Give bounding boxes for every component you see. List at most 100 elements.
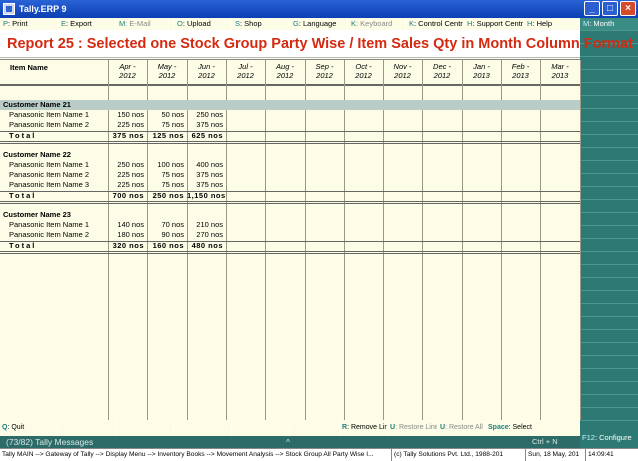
bottom-button-9[interactable]: Space: Select (486, 420, 580, 436)
maximize-button[interactable]: □ (602, 1, 618, 16)
year-label: 2013 (551, 71, 569, 80)
month-header-5: Sep -2012 (305, 62, 344, 80)
right-panel-divider (580, 342, 638, 343)
bottom-button-4[interactable] (232, 420, 290, 436)
qty-cell: 625 nos (191, 131, 223, 140)
qty-cell: 180 nos (117, 230, 144, 239)
right-panel-divider (580, 303, 638, 304)
month-header-8: Dec -2012 (422, 62, 462, 80)
customer-row[interactable]: Customer Name 22 (0, 150, 580, 160)
bottom-button-6[interactable]: R: Remove Line (340, 420, 388, 436)
total-row: Total 700 nos 250 nos 1,150 nos (0, 191, 580, 201)
item-row[interactable]: Panasonic Item Name 1 140 nos 70 nos 210 no… (0, 220, 580, 230)
month-header-9: Jan -2013 (462, 62, 501, 80)
qty-cell: 140 nos (117, 220, 144, 229)
menu-item-5[interactable]: G: Language (290, 18, 348, 30)
qty-cell: 225 nos (117, 120, 144, 129)
bottom-button-8[interactable]: U: Restore All (438, 420, 486, 436)
year-label: 2012 (237, 71, 254, 80)
menu-item-3[interactable]: O: Upload (174, 18, 232, 30)
item-row[interactable]: Panasonic Item Name 3 225 nos 75 nos 375 no… (0, 180, 580, 190)
header-separator (0, 84, 580, 86)
right-panel-divider (580, 381, 638, 382)
total-row: Total 320 nos 160 nos 480 nos (0, 241, 580, 251)
qty-cell: 75 nos (161, 170, 184, 179)
bottom-button-3[interactable] (174, 420, 232, 436)
item-row[interactable]: Panasonic Item Name 1 150 nos 50 nos 250 no… (0, 110, 580, 120)
right-panel-divider (580, 316, 638, 317)
report-grid: Item Name Apr -2012 May -2012 Jun -2012 Jul… (0, 59, 581, 420)
item-name: Panasonic Item Name 1 (9, 160, 90, 169)
right-panel-divider (580, 82, 638, 83)
bottom-button-key: Space (488, 424, 509, 431)
year-label: 2012 (355, 71, 372, 80)
right-panel-divider (580, 173, 638, 174)
item-row[interactable]: Panasonic Item Name 2 180 nos 90 nos 270 no… (0, 230, 580, 240)
qty-cell: 480 nos (191, 241, 223, 250)
qty-cell: 90 nos (161, 230, 184, 239)
customer-row[interactable]: Customer Name 23 (0, 210, 580, 220)
customer-name: Customer Name 23 (3, 210, 71, 219)
year-label: 2012 (198, 71, 215, 80)
configure-button[interactable]: F12: Configure (580, 432, 638, 443)
item-name: Panasonic Item Name 2 (9, 170, 90, 179)
month-label: Feb - (511, 62, 530, 71)
expand-arrow-icon[interactable]: ^ (286, 436, 290, 448)
month-header-2: Jun -2012 (187, 62, 226, 80)
customer-row[interactable]: Customer Name 21 (0, 100, 580, 110)
qty-cell: 250 nos (117, 160, 144, 169)
right-panel-divider (580, 56, 638, 57)
minimize-button[interactable]: _ (584, 1, 600, 16)
menu-item-4[interactable]: S: Shop (232, 18, 290, 30)
window-title: Tally.ERP 9 (19, 4, 67, 14)
item-row[interactable]: Panasonic Item Name 2 225 nos 75 nos 375 no… (0, 120, 580, 130)
menu-item-0[interactable]: P: Print (0, 18, 58, 30)
bottom-button-0[interactable]: Q: Quit (0, 420, 58, 436)
qty-cell: 100 nos (157, 160, 184, 169)
menu-item-label: : E-Mail (125, 19, 151, 28)
window-titlebar: Tally.ERP 9 _ □ × (0, 0, 638, 18)
item-name: Panasonic Item Name 2 (9, 120, 90, 129)
bottom-button-7[interactable]: U: Restore Line (388, 420, 438, 436)
right-panel-divider (580, 264, 638, 265)
menu-item-2[interactable]: M: E-Mail (116, 18, 174, 30)
status-bar: Tally MAIN --> Gateway of Tally --> Disp… (0, 448, 638, 461)
menu-item-8[interactable]: H: Support Centre (464, 18, 524, 30)
report-title: Report 25 : Selected one Stock Group Par… (0, 30, 633, 58)
configure-button-key: F12 (582, 433, 595, 442)
year-label: 2012 (276, 71, 294, 80)
total-rule-bottom (0, 201, 580, 202)
window-controls: _ □ × (584, 1, 636, 16)
bottom-button-2[interactable] (116, 420, 174, 436)
month-label: Jul - (238, 62, 253, 71)
menu-item-label: : Export (66, 19, 92, 28)
item-name: Panasonic Item Name 1 (9, 220, 90, 229)
total-rule-bottom (0, 253, 580, 254)
bottom-button-1[interactable] (58, 420, 116, 436)
qty-cell: 75 nos (161, 120, 184, 129)
menu-item-7[interactable]: K: Control Centre (406, 18, 464, 30)
bottom-button-bar: Q: Quit R: Remove Line U: Restore Line U: R… (0, 420, 580, 436)
qty-cell: 270 nos (196, 230, 223, 239)
right-panel-divider (580, 199, 638, 200)
month-button[interactable]: M: Month (580, 18, 638, 30)
item-name-header: Item Name (10, 63, 48, 72)
menu-item-9[interactable]: H: Help (524, 18, 580, 30)
bottom-button-5[interactable] (290, 420, 340, 436)
item-row[interactable]: Panasonic Item Name 1 250 nos 100 nos 400 n… (0, 160, 580, 170)
year-label: 2012 (394, 71, 411, 80)
tally-messages-bar[interactable]: (73/82) Tally Messages ^ Ctrl + N (0, 436, 580, 448)
month-label: Apr - (119, 62, 136, 71)
close-button[interactable]: × (620, 1, 636, 16)
right-panel-divider (580, 147, 638, 148)
qty-cell: 700 nos (112, 191, 144, 200)
menu-item-6[interactable]: K: Keyboard (348, 18, 406, 30)
month-label: Aug - (276, 62, 294, 71)
menu-item-label: : Keyboard (356, 19, 393, 28)
item-row[interactable]: Panasonic Item Name 2 225 nos 75 nos 375 no… (0, 170, 580, 180)
month-label: Jun - (198, 62, 215, 71)
right-panel-divider (580, 329, 638, 330)
menu-item-1[interactable]: E: Export (58, 18, 116, 30)
qty-cell: 160 nos (152, 241, 184, 250)
year-label: 2012 (119, 71, 136, 80)
